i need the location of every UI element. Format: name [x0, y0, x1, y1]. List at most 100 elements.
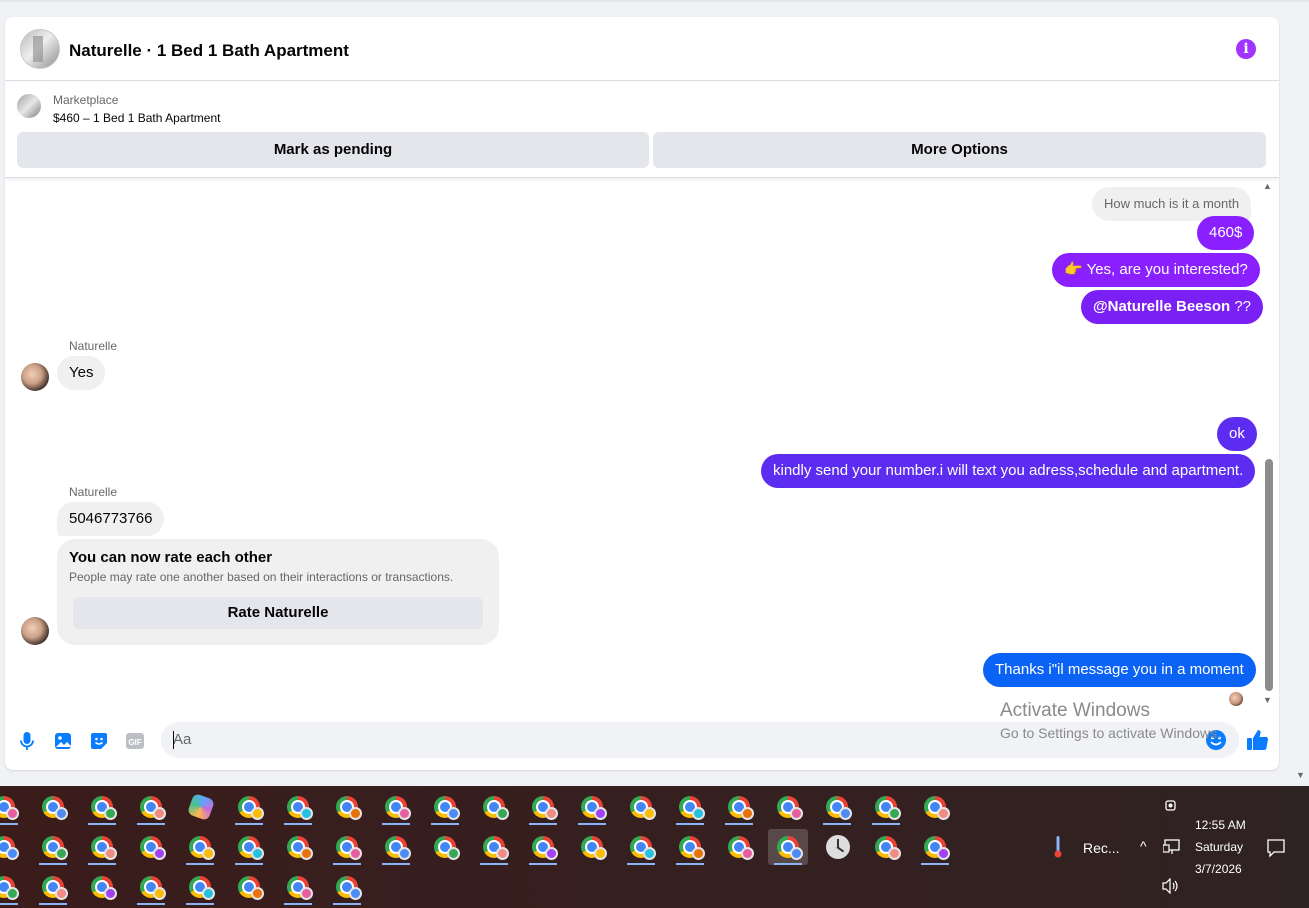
- clock-date[interactable]: 3/7/2026: [1195, 862, 1242, 876]
- thumbs-up-icon[interactable]: [1245, 728, 1269, 752]
- chrome-taskbar-icon[interactable]: [768, 829, 808, 865]
- photo-icon[interactable]: [53, 731, 73, 751]
- window-top-border: [0, 0, 1309, 2]
- chrome-taskbar-icon[interactable]: [82, 829, 122, 865]
- scroll-up-arrow[interactable]: ▲: [1263, 181, 1272, 191]
- listing-price-title[interactable]: $460 – 1 Bed 1 Bath Apartment: [53, 111, 220, 125]
- chrome-taskbar-icon[interactable]: [621, 789, 661, 825]
- mention[interactable]: @Naturelle Beeson: [1093, 298, 1230, 315]
- chrome-taskbar-icon[interactable]: [0, 869, 24, 905]
- notification-icon[interactable]: [1266, 838, 1286, 858]
- info-icon[interactable]: i: [1236, 39, 1256, 59]
- chrome-taskbar-icon[interactable]: [229, 869, 269, 905]
- chrome-taskbar-icon[interactable]: [425, 829, 465, 865]
- sender-avatar[interactable]: [21, 617, 49, 645]
- profile-badge-icon: [349, 887, 362, 900]
- chrome-taskbar-icon[interactable]: [915, 829, 955, 865]
- chrome-taskbar-icon[interactable]: [572, 789, 612, 825]
- chevron-up-icon[interactable]: ^: [1140, 838, 1147, 854]
- running-indicator: [382, 823, 410, 825]
- sender-avatar[interactable]: [21, 363, 49, 391]
- outgoing-message[interactable]: kindly send your number.i will text you …: [761, 454, 1256, 488]
- page-scroll-down-arrow[interactable]: ▼: [1296, 770, 1305, 780]
- chrome-taskbar-icon[interactable]: [33, 829, 73, 865]
- chrome-taskbar-icon[interactable]: [229, 789, 269, 825]
- chrome-taskbar-icon[interactable]: [327, 869, 367, 905]
- chrome-taskbar-icon[interactable]: [33, 789, 73, 825]
- chrome-taskbar-icon[interactable]: [82, 789, 122, 825]
- outgoing-message[interactable]: @Naturelle Beeson ??: [1081, 290, 1264, 324]
- chat-header: Naturelle · 1 Bed 1 Bath Apartment i: [5, 17, 1279, 81]
- chrome-taskbar-icon[interactable]: [0, 789, 24, 825]
- rate-naturelle-button[interactable]: Rate Naturelle: [73, 597, 483, 629]
- scrollbar-thumb[interactable]: [1265, 459, 1273, 691]
- profile-badge-icon: [643, 847, 656, 860]
- chrome-taskbar-icon[interactable]: [866, 829, 906, 865]
- chrome-taskbar-icon[interactable]: [180, 829, 220, 865]
- profile-badge-icon: [202, 887, 215, 900]
- chrome-taskbar-icon[interactable]: [719, 829, 759, 865]
- chrome-taskbar-icon[interactable]: [915, 789, 955, 825]
- chrome-taskbar-icon[interactable]: [327, 789, 367, 825]
- chrome-taskbar-icon[interactable]: [621, 829, 661, 865]
- chrome-taskbar-icon[interactable]: [425, 789, 465, 825]
- chrome-taskbar-icon[interactable]: [523, 829, 563, 865]
- running-indicator: [88, 823, 116, 825]
- chrome-taskbar-icon[interactable]: [670, 789, 710, 825]
- chrome-taskbar-icon[interactable]: [131, 789, 171, 825]
- running-indicator: [823, 823, 851, 825]
- profile-badge-icon: [447, 847, 460, 860]
- gif-icon[interactable]: GIF: [125, 731, 145, 751]
- network-icon[interactable]: [1163, 839, 1181, 855]
- chrome-taskbar-icon[interactable]: [866, 789, 906, 825]
- thermometer-icon[interactable]: [1054, 836, 1062, 858]
- chrome-taskbar-icon[interactable]: [327, 829, 367, 865]
- volume-icon[interactable]: [1162, 878, 1180, 894]
- message-list: How much is it a month 460$ 👉 Yes, are y…: [5, 179, 1267, 707]
- sticker-icon[interactable]: [89, 731, 109, 751]
- microphone-icon[interactable]: [17, 731, 37, 751]
- outgoing-message[interactable]: 460$: [1197, 216, 1255, 250]
- outgoing-message[interactable]: ok: [1217, 417, 1257, 451]
- chrome-taskbar-icon[interactable]: [131, 869, 171, 905]
- clock-day[interactable]: Saturday: [1195, 840, 1243, 854]
- chrome-taskbar-icon[interactable]: [474, 789, 514, 825]
- clock-taskbar-icon[interactable]: [817, 829, 857, 865]
- chrome-taskbar-icon[interactable]: [131, 829, 171, 865]
- chrome-taskbar-icon[interactable]: [572, 829, 612, 865]
- chrome-taskbar-icon[interactable]: [670, 829, 710, 865]
- chrome-taskbar-icon[interactable]: [817, 789, 857, 825]
- listing-thumbnail[interactable]: [17, 94, 41, 118]
- listing-avatar[interactable]: [20, 29, 60, 69]
- chrome-taskbar-icon[interactable]: [0, 829, 24, 865]
- scroll-down-arrow[interactable]: ▼: [1263, 695, 1272, 705]
- chrome-taskbar-icon[interactable]: [229, 829, 269, 865]
- chrome-taskbar-icon[interactable]: [278, 869, 318, 905]
- chrome-taskbar-icon[interactable]: [82, 869, 122, 905]
- chrome-taskbar-icon[interactable]: [768, 789, 808, 825]
- chrome-taskbar-icon[interactable]: [719, 789, 759, 825]
- incoming-message[interactable]: 5046773766: [57, 502, 165, 536]
- meet-now-icon[interactable]: [1164, 798, 1178, 814]
- chrome-taskbar-icon[interactable]: [278, 829, 318, 865]
- running-indicator: [578, 823, 606, 825]
- chrome-taskbar-icon[interactable]: [278, 789, 318, 825]
- chrome-taskbar-icon[interactable]: [376, 829, 416, 865]
- outgoing-message[interactable]: Thanks i"il message you in a moment: [983, 653, 1256, 687]
- clock-time[interactable]: 12:55 AM: [1195, 818, 1246, 832]
- chrome-taskbar-icon[interactable]: [33, 869, 73, 905]
- mark-as-pending-button[interactable]: Mark as pending: [17, 132, 649, 168]
- more-options-button[interactable]: More Options: [653, 132, 1266, 168]
- chrome-taskbar-icon[interactable]: [180, 869, 220, 905]
- running-indicator: [284, 903, 312, 905]
- recorder-label[interactable]: Rec...: [1083, 840, 1120, 856]
- copilot-taskbar-icon[interactable]: [180, 789, 220, 825]
- running-indicator: [529, 863, 557, 865]
- chrome-taskbar-icon[interactable]: [523, 789, 563, 825]
- running-indicator: [333, 903, 361, 905]
- chrome-taskbar-icon[interactable]: [376, 789, 416, 825]
- chrome-taskbar-icon[interactable]: [474, 829, 514, 865]
- chat-title[interactable]: Naturelle · 1 Bed 1 Bath Apartment: [69, 41, 349, 61]
- incoming-message[interactable]: Yes: [57, 356, 106, 390]
- outgoing-message[interactable]: 👉 Yes, are you interested?: [1052, 253, 1260, 287]
